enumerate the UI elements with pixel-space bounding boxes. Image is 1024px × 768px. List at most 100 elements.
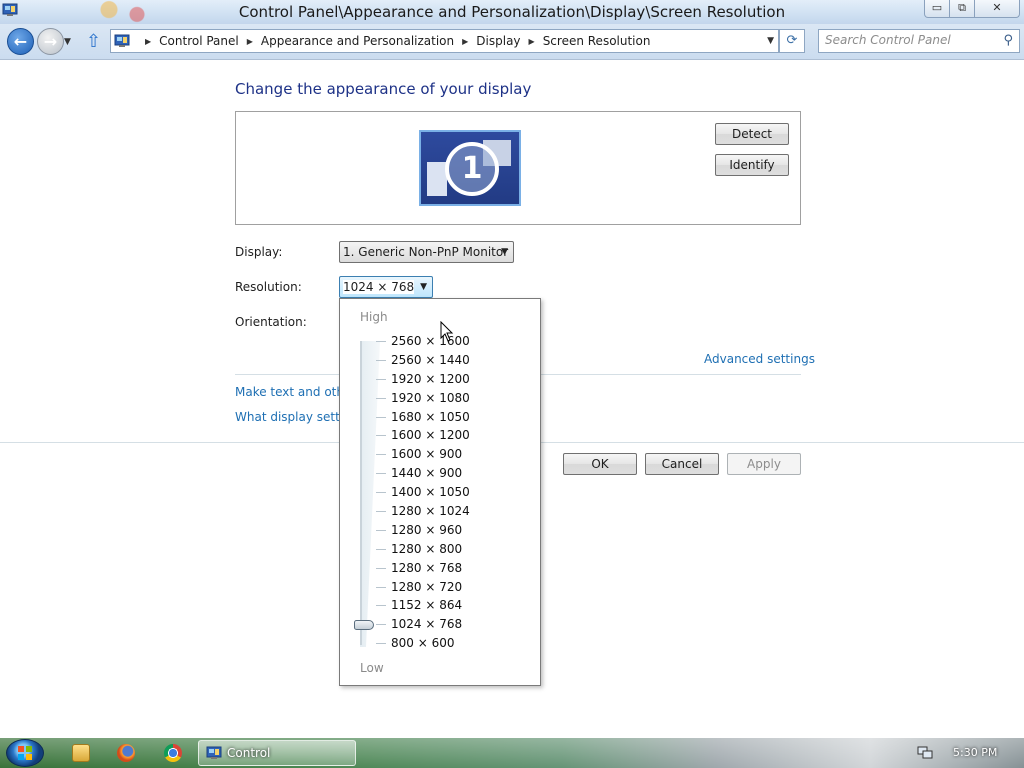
breadcrumb-display[interactable]: Display [476, 34, 520, 48]
forward-arrow-icon: → [43, 32, 58, 51]
detect-button[interactable]: Detect [715, 123, 789, 145]
identify-button[interactable]: Identify [715, 154, 789, 176]
taskbar-gloss [0, 738, 1024, 768]
resolution-option[interactable]: 1280 × 768 [340, 559, 540, 578]
close-button[interactable]: ✕ [974, 0, 1020, 18]
network-icon[interactable] [917, 746, 933, 760]
slider-tick [376, 473, 386, 475]
resolution-option[interactable]: 1440 × 900 [340, 464, 540, 483]
slider-tick [376, 435, 386, 437]
address-history-dropdown-icon[interactable]: ▼ [767, 36, 774, 46]
resolution-option[interactable]: 1152 × 864 [340, 596, 540, 615]
resolution-option[interactable]: 1280 × 960 [340, 521, 540, 540]
resolution-option[interactable]: 2560 × 1440 [340, 351, 540, 370]
recent-pages-dropdown-icon[interactable]: ▼ [64, 37, 71, 47]
resolution-option-label: 1280 × 720 [391, 579, 463, 594]
breadcrumb-separator-icon[interactable]: ▶ [462, 37, 468, 46]
clock[interactable]: 5:30 PM [953, 746, 997, 759]
resolution-option-label: 1280 × 960 [391, 522, 463, 537]
restore-button[interactable]: ⧉ [949, 0, 975, 18]
breadcrumb-screen-resolution[interactable]: Screen Resolution [543, 34, 651, 48]
resolution-option[interactable]: 1600 × 900 [340, 445, 540, 464]
address-bar[interactable]: ▶ Control Panel ▶ Appearance and Persona… [110, 29, 779, 53]
resolution-option[interactable]: 1920 × 1200 [340, 370, 540, 389]
refresh-icon: ⟳ [786, 33, 798, 48]
slider-tick [376, 341, 386, 342]
resolution-option[interactable]: 1400 × 1050 [340, 483, 540, 502]
monitor-thumbnail[interactable]: 1 [419, 130, 521, 206]
start-button[interactable] [6, 739, 44, 767]
resolution-option[interactable]: 1280 × 720 [340, 578, 540, 597]
slider-tick [376, 605, 386, 607]
resolution-option[interactable]: 1680 × 1050 [340, 408, 540, 427]
breadcrumb-separator-icon[interactable]: ▶ [247, 37, 253, 46]
breadcrumb-appearance[interactable]: Appearance and Personalization [261, 34, 454, 48]
slider-tick [376, 548, 386, 550]
monitor-window-graphic [427, 162, 447, 196]
display-label: Display: [235, 245, 283, 259]
resolution-option[interactable]: 1600 × 1200 [340, 426, 540, 445]
file-explorer-icon[interactable] [72, 744, 90, 762]
resolution-options-list: 2560 × 1600 2560 × 1440 1920 × 1200 1920… [340, 332, 540, 653]
window-title: Control Panel\Appearance and Personaliza… [238, 3, 786, 21]
minimize-button[interactable]: ▭ [924, 0, 950, 18]
resolution-option[interactable]: 800 × 600 [340, 634, 540, 653]
back-button[interactable]: ← [7, 28, 34, 55]
slider-tick [376, 454, 386, 456]
resolution-select-value: 1024 × 768 [343, 280, 415, 294]
breadcrumb-control-panel[interactable]: Control Panel [159, 34, 239, 48]
resolution-option-label: 1280 × 1024 [391, 504, 470, 519]
taskbar: Control Panel\Appea... 5:30 PM [0, 738, 1024, 768]
slider-tick [376, 643, 386, 645]
display-select[interactable]: 1. Generic Non-PnP Monitor ▼ [339, 241, 514, 263]
apply-button[interactable]: Apply [727, 453, 801, 475]
resolution-select[interactable]: 1024 × 768 ▼ [339, 276, 433, 298]
control-panel-icon [206, 746, 222, 759]
forward-button[interactable]: → [37, 28, 64, 55]
resolution-option-label: 1680 × 1050 [391, 409, 470, 424]
slider-tick [376, 529, 386, 531]
resolution-option-label: 1024 × 768 [391, 617, 463, 632]
breadcrumb-separator-icon[interactable]: ▶ [529, 37, 535, 46]
resolution-option[interactable]: 1280 × 800 [340, 540, 540, 559]
slider-tick [376, 359, 386, 361]
ok-button[interactable]: OK [563, 453, 637, 475]
up-level-icon[interactable]: ⇧ [86, 30, 106, 54]
cancel-button[interactable]: Cancel [645, 453, 719, 475]
minimize-icon: ▭ [931, 1, 943, 14]
page-title: Change the appearance of your display [235, 80, 532, 98]
firefox-icon[interactable] [117, 744, 135, 762]
slider-tick [376, 492, 386, 494]
high-label: High [360, 310, 388, 324]
navigation-bar: ← → ▼ ⇧ ▶ Control Panel ▶ Appearance and… [0, 24, 1024, 60]
resolution-option-label: 1440 × 900 [391, 466, 463, 481]
resolution-option[interactable]: 1280 × 1024 [340, 502, 540, 521]
resolution-option-label: 2560 × 1600 [391, 334, 470, 348]
search-box[interactable]: ⚲ [818, 29, 1020, 53]
refresh-button[interactable]: ⟳ [779, 29, 805, 53]
monitor-arrangement-panel: 1 Detect Identify [235, 111, 801, 225]
control-panel-icon [114, 34, 130, 47]
breadcrumb-separator-icon[interactable]: ▶ [145, 37, 151, 46]
resolution-option[interactable]: 1920 × 1080 [340, 389, 540, 408]
advanced-settings-link[interactable]: Advanced settings [704, 352, 815, 366]
orientation-label: Orientation: [235, 315, 307, 329]
slider-tick [376, 416, 386, 418]
resolution-slider-thumb[interactable] [354, 620, 374, 630]
back-arrow-icon: ← [13, 32, 28, 51]
resolution-option-label: 1280 × 800 [391, 541, 463, 556]
restore-icon: ⧉ [958, 1, 966, 14]
resolution-option-label: 1280 × 768 [391, 560, 463, 575]
title-bar[interactable]: Control Panel\Appearance and Personaliza… [0, 0, 1024, 24]
chrome-icon[interactable] [164, 744, 182, 762]
resolution-option-label: 1400 × 1050 [391, 485, 470, 500]
taskbar-item-label: Control Panel\Appea... [227, 746, 271, 760]
low-label: Low [360, 661, 384, 675]
search-icon[interactable]: ⚲ [1003, 33, 1013, 48]
chevron-down-icon: ▼ [501, 247, 508, 257]
search-input[interactable] [825, 33, 995, 47]
taskbar-item-control-panel[interactable]: Control Panel\Appea... [198, 740, 356, 766]
resolution-option-label: 1600 × 900 [391, 447, 463, 462]
resolution-option-label: 1920 × 1200 [391, 371, 470, 386]
resolution-dropdown[interactable]: High 2560 × 1600 2560 × 1440 1920 × 1200… [339, 298, 541, 686]
